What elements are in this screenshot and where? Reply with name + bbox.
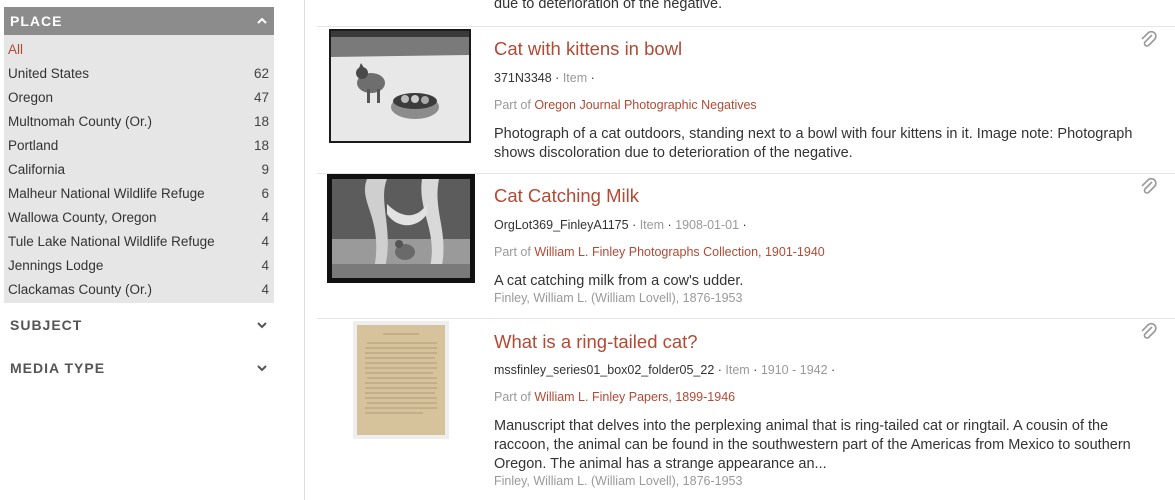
facet-item-count: 4 [261,209,269,225]
facet-item-wallowa-county[interactable]: Wallowa County, Oregon 4 [4,205,274,229]
facet-item-count: 18 [253,113,269,129]
facet-item-jennings-lodge[interactable]: Jennings Lodge 4 [4,253,274,277]
result-meta: 371N3348 · Item · [494,71,595,85]
result-item: What is a ring-tailed cat? mssfinley_ser… [317,319,1175,500]
result-description: Photograph of a cat outdoors, standing n… [494,126,1133,161]
facet-item-california[interactable]: California 9 [4,157,274,181]
result-dates: 1910 - 1942 [760,363,828,377]
facet-item-count: 9 [261,161,269,177]
result-creator: Finley, William L. (William Lovell), 187… [494,474,743,488]
facet-item-label: Portland [8,137,59,153]
paperclip-icon[interactable] [1139,176,1157,196]
result-part-of: Part of William L. Finley Papers, 1899-1… [494,390,735,404]
facet-subject-title: SUBJECT [10,316,83,333]
facet-sidebar: PLACE All United States 62 Oregon 47 Mul… [4,7,274,389]
facet-place-list: All United States 62 Oregon 47 Multnomah… [4,35,274,303]
result-level: Item [725,363,750,377]
result-description: A cat catching milk from a cow's udder. [494,273,744,289]
facet-item-count: 4 [261,257,269,273]
facet-item-clackamas-county[interactable]: Clackamas County (Or.) 4 [4,277,274,301]
facet-item-united-states[interactable]: United States 62 [4,61,274,85]
facet-media-type-header[interactable]: MEDIA TYPE [4,346,274,389]
part-of-prefix: Part of [494,98,531,112]
facet-item-count: 4 [261,281,269,297]
facet-item-oregon[interactable]: Oregon 47 [4,85,274,109]
result-level: Item [562,71,588,85]
result-title-link[interactable]: Cat Catching Milk [494,185,639,207]
facet-item-multnomah-county[interactable]: Multnomah County (Or.) 18 [4,109,274,133]
part-of-link[interactable]: Oregon Journal Photographic Negatives [534,98,756,112]
facet-item-label: California [8,161,66,177]
facet-item-count: 62 [253,65,269,81]
result-part-of: Part of William L. Finley Photographs Co… [494,245,825,259]
result-description: Manuscript that delves into the perplexi… [494,418,1131,472]
facet-item-label: Malheur National Wildlife Refuge [8,185,205,201]
chevron-down-icon [257,321,267,328]
result-identifier: mssfinley_series01_box02_folder05_22 [494,363,715,377]
facet-item-label: Clackamas County (Or.) [8,281,153,297]
facet-item-count: 4 [261,233,269,249]
facet-item-label: Wallowa County, Oregon [8,209,157,225]
column-divider [304,0,305,500]
facet-media-type-title: MEDIA TYPE [10,359,106,376]
part-of-link[interactable]: William L. Finley Photographs Collection… [534,245,824,259]
facet-item-malheur[interactable]: Malheur National Wildlife Refuge 6 [4,181,274,205]
facet-item-label: Multnomah County (Or.) [8,113,153,129]
result-title-link[interactable]: Cat with kittens in bowl [494,38,682,60]
facet-item-count: 18 [253,137,269,153]
paperclip-icon[interactable] [1139,29,1157,49]
result-thumbnail[interactable] [327,174,475,283]
facet-item-label: All [8,41,24,57]
search-results: due to deterioration of the negative. Ca… [317,0,1175,500]
result-dates: 1908-01-01 [675,218,740,232]
result-identifier: 371N3348 [494,71,552,85]
facet-item-all[interactable]: All [4,37,274,61]
facet-item-count: 6 [261,185,269,201]
part-of-prefix: Part of [494,245,531,259]
chevron-down-icon [257,364,267,371]
result-meta: OrgLot369_FinleyA1175 · Item · 1908-01-0… [494,218,747,232]
chevron-up-icon [257,17,267,24]
part-of-prefix: Part of [494,390,531,404]
result-meta: mssfinley_series01_box02_folder05_22 · I… [494,363,836,377]
result-item: Cat Catching Milk OrgLot369_FinleyA1175 … [317,174,1175,318]
facet-subject-header[interactable]: SUBJECT [4,303,274,346]
facet-item-label: Tule Lake National Wildlife Refuge [8,233,215,249]
result-thumbnail[interactable] [329,29,471,143]
result-identifier: OrgLot369_FinleyA1175 [494,218,629,232]
facet-item-label: Oregon [8,89,54,105]
facet-item-portland[interactable]: Portland 18 [4,133,274,157]
previous-result-description: due to deterioration of the negative. [494,0,723,12]
facet-item-label: Jennings Lodge [8,257,104,273]
result-title-link[interactable]: What is a ring-tailed cat? [494,331,698,353]
paperclip-icon[interactable] [1139,321,1157,341]
facet-place-title: PLACE [10,13,63,29]
result-item: Cat with kittens in bowl 371N3348 · Item… [317,27,1175,173]
facet-item-count: 47 [253,89,269,105]
facet-item-tule-lake[interactable]: Tule Lake National Wildlife Refuge 4 [4,229,274,253]
result-creator: Finley, William L. (William Lovell), 187… [494,291,743,305]
facet-item-label: United States [8,65,90,81]
part-of-link[interactable]: William L. Finley Papers, 1899-1946 [534,390,735,404]
result-part-of: Part of Oregon Journal Photographic Nega… [494,98,757,112]
result-level: Item [639,218,665,232]
facet-place-header[interactable]: PLACE [4,7,274,35]
result-thumbnail[interactable] [353,321,449,439]
